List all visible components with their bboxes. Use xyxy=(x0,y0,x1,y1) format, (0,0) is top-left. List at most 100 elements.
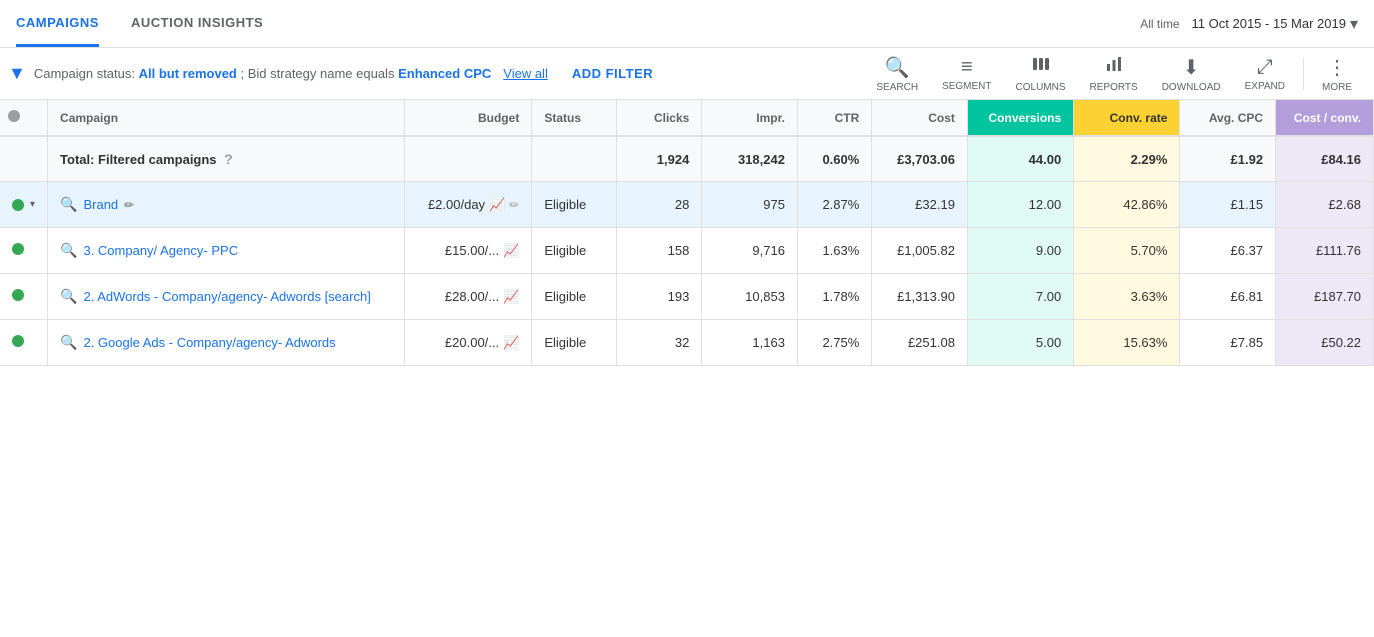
ppc-cost-cell: £1,005.82 xyxy=(872,228,968,274)
download-toolbar-button[interactable]: ⬇ DOWNLOAD xyxy=(1152,51,1231,97)
adwords-status-cell: Eligible xyxy=(532,274,617,320)
brand-expand-btn[interactable]: ▾ xyxy=(30,199,35,210)
filter-icon: ▼ xyxy=(8,63,26,84)
google-ads-checkbox-cell[interactable] xyxy=(0,320,48,366)
segment-label: SEGMENT xyxy=(942,81,991,92)
more-label: MORE xyxy=(1322,82,1352,93)
google-ads-avg-cpc-cell: £7.85 xyxy=(1180,320,1276,366)
impr-column-header[interactable]: Impr. xyxy=(702,100,798,136)
adwords-magnifier-icon[interactable]: 🔍 xyxy=(60,288,77,305)
campaigns-table-wrapper: Campaign Budget Status Clicks Impr. CTR xyxy=(0,100,1374,366)
reports-toolbar-button[interactable]: REPORTS xyxy=(1080,50,1148,97)
filter-label: Campaign status: All but removed ; Bid s… xyxy=(34,66,491,81)
total-conv-rate-cell: 2.29% xyxy=(1074,136,1180,182)
adwords-cost-conv-cell: £187.70 xyxy=(1276,274,1374,320)
ppc-ctr-cell: 1.63% xyxy=(797,228,871,274)
search-toolbar-button[interactable]: 🔍 SEARCH xyxy=(866,51,928,97)
select-all-checkbox-header[interactable] xyxy=(0,100,48,136)
ppc-avg-cpc-cell: £6.37 xyxy=(1180,228,1276,274)
top-bar: CAMPAIGNS AUCTION INSIGHTS All time 11 O… xyxy=(0,0,1374,48)
brand-cost-conv-cell: £2.68 xyxy=(1276,182,1374,228)
adwords-campaign-cell: 🔍 2. AdWords - Company/agency- Adwords [… xyxy=(48,274,405,320)
expand-toolbar-button[interactable]: ⤢ EXPAND xyxy=(1235,52,1295,96)
google-ads-ctr-cell: 2.75% xyxy=(797,320,871,366)
search-label: SEARCH xyxy=(876,82,918,93)
adwords-cost-cell: £1,313.90 xyxy=(872,274,968,320)
view-all-link[interactable]: View all xyxy=(503,66,548,81)
adwords-avg-cpc-cell: £6.81 xyxy=(1180,274,1276,320)
columns-icon xyxy=(1031,54,1051,80)
total-ctr-cell: 0.60% xyxy=(797,136,871,182)
adwords-impr-cell: 10,853 xyxy=(702,274,798,320)
conv-rate-column-header[interactable]: Conv. rate xyxy=(1074,100,1180,136)
total-avg-cpc-cell: £1.92 xyxy=(1180,136,1276,182)
ppc-magnifier-icon[interactable]: 🔍 xyxy=(60,242,77,259)
adwords-budget-cell: £28.00/... 📈 xyxy=(404,274,532,320)
brand-budget-edit-icon[interactable]: ✏ xyxy=(509,198,519,212)
ppc-status-cell: Eligible xyxy=(532,228,617,274)
ctr-column-header[interactable]: CTR xyxy=(797,100,871,136)
date-prefix: All time xyxy=(1140,17,1179,31)
total-cost-cell: £3,703.06 xyxy=(872,136,968,182)
cost-conv-column-header[interactable]: Cost / conv. xyxy=(1276,100,1374,136)
ppc-checkbox-cell[interactable] xyxy=(0,228,48,274)
date-dropdown-icon[interactable]: ▾ xyxy=(1350,14,1358,34)
adwords-budget-chart-icon[interactable]: 📈 xyxy=(503,289,519,305)
google-ads-magnifier-icon[interactable]: 🔍 xyxy=(60,334,77,351)
filter-value-1[interactable]: All but removed xyxy=(139,66,237,81)
brand-conv-rate-cell: 42.86% xyxy=(1074,182,1180,228)
total-clicks-cell: 1,924 xyxy=(617,136,702,182)
campaigns-table: Campaign Budget Status Clicks Impr. CTR xyxy=(0,100,1374,366)
brand-checkbox-cell[interactable]: ▾ xyxy=(0,182,48,228)
total-info-icon[interactable]: ? xyxy=(224,151,233,167)
brand-campaign-cell: 🔍 Brand ✏ xyxy=(48,182,405,228)
google-ads-status-dot xyxy=(12,335,24,347)
google-ads-cost-conv-cell: £50.22 xyxy=(1276,320,1374,366)
brand-magnifier-icon[interactable]: 🔍 xyxy=(60,196,77,213)
reports-label: REPORTS xyxy=(1090,82,1138,93)
ppc-budget-chart-icon[interactable]: 📈 xyxy=(503,243,519,259)
clicks-column-header[interactable]: Clicks xyxy=(617,100,702,136)
reports-icon xyxy=(1104,54,1124,80)
avg-cpc-column-header[interactable]: Avg. CPC xyxy=(1180,100,1276,136)
columns-toolbar-button[interactable]: COLUMNS xyxy=(1006,50,1076,97)
google-ads-budget-chart-icon-disabled: 📈 xyxy=(503,335,519,351)
ppc-clicks-cell: 158 xyxy=(617,228,702,274)
table-row: ▾ 🔍 Brand ✏ £2.00/day 📈 ✏ xyxy=(0,182,1374,228)
filter-value-2[interactable]: Enhanced CPC xyxy=(398,66,491,81)
brand-edit-icon[interactable]: ✏ xyxy=(124,198,134,212)
total-label-cell: Total: Filtered campaigns ? xyxy=(48,136,405,182)
cost-column-header[interactable]: Cost xyxy=(872,100,968,136)
brand-cost-cell: £32.19 xyxy=(872,182,968,228)
more-toolbar-button[interactable]: ⋮ MORE xyxy=(1312,51,1362,97)
conversions-column-header[interactable]: Conversions xyxy=(967,100,1073,136)
more-icon: ⋮ xyxy=(1327,55,1347,80)
tab-auction-insights[interactable]: AUCTION INSIGHTS xyxy=(131,1,263,47)
brand-ctr-cell: 2.87% xyxy=(797,182,871,228)
brand-budget-chart-icon[interactable]: 📈 xyxy=(489,197,505,213)
ppc-conv-rate-cell: 5.70% xyxy=(1074,228,1180,274)
download-label: DOWNLOAD xyxy=(1162,82,1221,93)
table-header-row: Campaign Budget Status Clicks Impr. CTR xyxy=(0,100,1374,136)
adwords-conv-rate-cell: 3.63% xyxy=(1074,274,1180,320)
adwords-conversions-cell: 7.00 xyxy=(967,274,1073,320)
google-ads-campaign-cell: 🔍 2. Google Ads - Company/agency- Adword… xyxy=(48,320,405,366)
segment-toolbar-button[interactable]: ≡ SEGMENT xyxy=(932,52,1001,96)
adwords-campaign-link[interactable]: 2. AdWords - Company/agency- Adwords [se… xyxy=(83,289,370,304)
campaign-column-header[interactable]: Campaign xyxy=(48,100,405,136)
status-column-header[interactable]: Status xyxy=(532,100,617,136)
ppc-status-dot xyxy=(12,243,24,255)
brand-campaign-link[interactable]: Brand xyxy=(83,197,118,212)
budget-column-header[interactable]: Budget xyxy=(404,100,532,136)
total-impr-cell: 318,242 xyxy=(702,136,798,182)
ppc-campaign-link[interactable]: 3. Company/ Agency- PPC xyxy=(83,243,238,258)
ppc-campaign-cell: 🔍 3. Company/ Agency- PPC xyxy=(48,228,405,274)
tab-campaigns[interactable]: CAMPAIGNS xyxy=(16,1,99,47)
adwords-checkbox-cell[interactable] xyxy=(0,274,48,320)
add-filter-button[interactable]: ADD FILTER xyxy=(572,66,653,81)
brand-avg-cpc-cell: £1.15 xyxy=(1180,182,1276,228)
adwords-clicks-cell: 193 xyxy=(617,274,702,320)
total-cost-conv-cell: £84.16 xyxy=(1276,136,1374,182)
google-ads-cost-cell: £251.08 xyxy=(872,320,968,366)
google-ads-campaign-link[interactable]: 2. Google Ads - Company/agency- Adwords xyxy=(83,335,335,350)
